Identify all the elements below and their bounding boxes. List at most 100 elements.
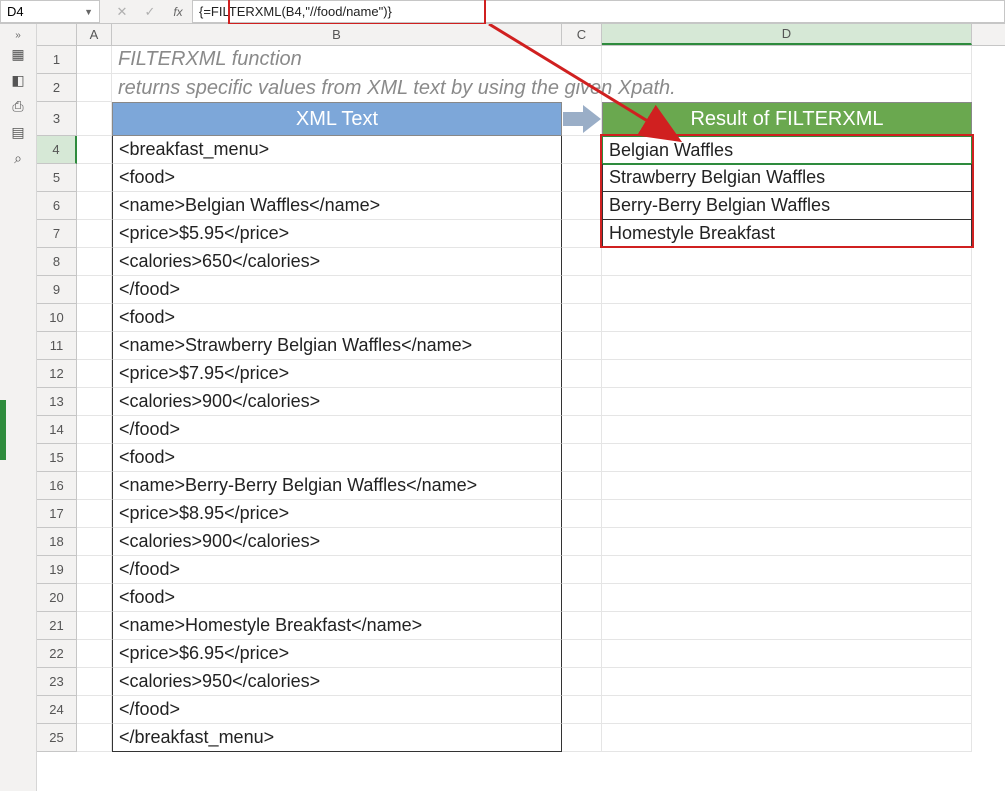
cell-B10[interactable]: <food> bbox=[112, 304, 562, 332]
row-header[interactable]: 14 bbox=[37, 416, 77, 444]
row-header[interactable]: 1 bbox=[37, 46, 77, 74]
col-header-A[interactable]: A bbox=[77, 24, 112, 45]
cell[interactable] bbox=[77, 556, 112, 584]
cell[interactable] bbox=[77, 444, 112, 472]
cell[interactable] bbox=[562, 388, 602, 416]
cell-D1[interactable] bbox=[602, 46, 972, 74]
row-header[interactable]: 20 bbox=[37, 584, 77, 612]
cell[interactable] bbox=[562, 640, 602, 668]
col-header-C[interactable]: C bbox=[562, 24, 602, 45]
cell[interactable] bbox=[602, 556, 972, 584]
cell-C1[interactable] bbox=[562, 46, 602, 74]
cell-B8[interactable]: <calories>650</calories> bbox=[112, 248, 562, 276]
cell-A1[interactable] bbox=[77, 46, 112, 74]
row-header[interactable]: 5 bbox=[37, 164, 77, 192]
formula-input[interactable]: {=FILTERXML(B4,"//food/name")} bbox=[192, 0, 1005, 23]
cell[interactable] bbox=[562, 724, 602, 752]
row-header[interactable]: 19 bbox=[37, 556, 77, 584]
cell[interactable] bbox=[602, 696, 972, 724]
binoculars-icon[interactable]: ⌕ bbox=[8, 150, 28, 166]
cell[interactable] bbox=[77, 500, 112, 528]
cell[interactable] bbox=[602, 584, 972, 612]
cell-A4[interactable] bbox=[77, 136, 112, 164]
row-header[interactable]: 18 bbox=[37, 528, 77, 556]
cell-A5[interactable] bbox=[77, 164, 112, 192]
cell[interactable] bbox=[602, 500, 972, 528]
expand-toolbar-icon[interactable]: » bbox=[9, 30, 27, 36]
cell[interactable] bbox=[77, 612, 112, 640]
enter-formula-button[interactable]: ✓ bbox=[136, 0, 164, 23]
cell[interactable] bbox=[562, 416, 602, 444]
cell[interactable] bbox=[77, 304, 112, 332]
xml-text-header[interactable]: XML Text bbox=[112, 102, 562, 136]
row-header[interactable]: 22 bbox=[37, 640, 77, 668]
cell-B5[interactable]: <food> bbox=[112, 164, 562, 192]
cell-B9[interactable]: </food> bbox=[112, 276, 562, 304]
select-all-corner[interactable] bbox=[37, 24, 77, 45]
cell[interactable] bbox=[562, 304, 602, 332]
cell[interactable] bbox=[602, 416, 972, 444]
cell[interactable] bbox=[562, 556, 602, 584]
result-header[interactable]: Result of FILTERXML bbox=[602, 102, 972, 136]
cell[interactable] bbox=[602, 388, 972, 416]
row-header[interactable]: 25 bbox=[37, 724, 77, 752]
cell-B11[interactable]: <name>Strawberry Belgian Waffles</name> bbox=[112, 332, 562, 360]
cell-B2[interactable]: returns specific values from XML text by… bbox=[112, 74, 562, 102]
cell-B6[interactable]: <name>Belgian Waffles</name> bbox=[112, 192, 562, 220]
cell[interactable] bbox=[77, 248, 112, 276]
toolbar-drag-handle[interactable] bbox=[0, 400, 6, 460]
cell[interactable] bbox=[602, 276, 972, 304]
cell[interactable] bbox=[562, 360, 602, 388]
cell[interactable] bbox=[562, 584, 602, 612]
row-header[interactable]: 6 bbox=[37, 192, 77, 220]
layers-icon[interactable]: ◧ bbox=[8, 72, 28, 88]
cell[interactable] bbox=[602, 612, 972, 640]
cell-C5[interactable] bbox=[562, 164, 602, 192]
cell[interactable] bbox=[77, 696, 112, 724]
row-header[interactable]: 17 bbox=[37, 500, 77, 528]
cell-B4[interactable]: <breakfast_menu> bbox=[112, 136, 562, 164]
cell-A6[interactable] bbox=[77, 192, 112, 220]
spreadsheet-grid[interactable]: A B C D 1 FILTERXML function 2 returns s… bbox=[37, 24, 1005, 791]
cell-D5[interactable]: Strawberry Belgian Waffles bbox=[602, 164, 972, 192]
cell-B24[interactable]: </food> bbox=[112, 696, 562, 724]
table-icon[interactable]: ▤ bbox=[8, 124, 28, 140]
cell[interactable] bbox=[77, 528, 112, 556]
cell[interactable] bbox=[562, 612, 602, 640]
cell[interactable] bbox=[562, 444, 602, 472]
col-header-D[interactable]: D bbox=[602, 24, 972, 45]
cell[interactable] bbox=[602, 332, 972, 360]
cell-B15[interactable]: <food> bbox=[112, 444, 562, 472]
cell-B22[interactable]: <price>$6.95</price> bbox=[112, 640, 562, 668]
cell[interactable] bbox=[562, 248, 602, 276]
cell-D7[interactable]: Homestyle Breakfast bbox=[602, 220, 972, 248]
row-header[interactable]: 16 bbox=[37, 472, 77, 500]
cell-D6[interactable]: Berry-Berry Belgian Waffles bbox=[602, 192, 972, 220]
row-header[interactable]: 8 bbox=[37, 248, 77, 276]
cell[interactable] bbox=[602, 360, 972, 388]
cell[interactable] bbox=[77, 724, 112, 752]
cell[interactable] bbox=[602, 444, 972, 472]
row-header[interactable]: 15 bbox=[37, 444, 77, 472]
cell[interactable] bbox=[602, 248, 972, 276]
chevron-down-icon[interactable]: ▼ bbox=[84, 7, 93, 17]
calendar-icon[interactable]: ▦ bbox=[8, 46, 28, 62]
cell[interactable] bbox=[602, 668, 972, 696]
row-header[interactable]: 4 bbox=[37, 136, 77, 164]
cell[interactable] bbox=[602, 528, 972, 556]
row-header[interactable]: 3 bbox=[37, 102, 77, 136]
cell[interactable] bbox=[562, 668, 602, 696]
cell[interactable] bbox=[602, 724, 972, 752]
row-header[interactable]: 24 bbox=[37, 696, 77, 724]
cell-B7[interactable]: <price>$5.95</price> bbox=[112, 220, 562, 248]
cell[interactable] bbox=[562, 696, 602, 724]
cell[interactable] bbox=[602, 640, 972, 668]
cell[interactable] bbox=[602, 472, 972, 500]
cell-A2[interactable] bbox=[77, 74, 112, 102]
cell-B13[interactable]: <calories>900</calories> bbox=[112, 388, 562, 416]
row-header[interactable]: 23 bbox=[37, 668, 77, 696]
cell-B18[interactable]: <calories>900</calories> bbox=[112, 528, 562, 556]
cancel-formula-button[interactable]: ✕ bbox=[108, 0, 136, 23]
cell-B17[interactable]: <price>$8.95</price> bbox=[112, 500, 562, 528]
cell-D4[interactable]: Belgian Waffles bbox=[602, 136, 972, 164]
